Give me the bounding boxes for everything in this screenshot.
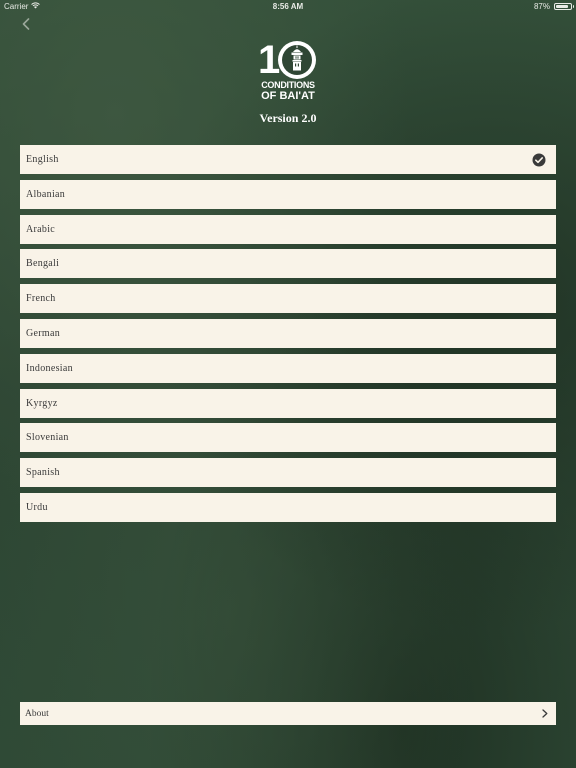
logo-title-line2: OF BAI'AT (261, 90, 315, 102)
language-row-spanish[interactable]: Spanish (20, 458, 556, 488)
language-list: English Albanian Arabic Bengali French German… (20, 145, 556, 528)
language-row-slovenian[interactable]: Slovenian (20, 423, 556, 453)
status-bar: Carrier 8:56 AM 87% (0, 0, 576, 13)
chevron-right-icon (542, 705, 548, 723)
language-label: Spanish (26, 467, 60, 479)
checkmark-icon (532, 153, 546, 167)
language-label: English (26, 154, 59, 165)
language-row-urdu[interactable]: Urdu (20, 492, 556, 522)
minaret-icon (288, 45, 306, 76)
chevron-left-icon (22, 17, 30, 35)
language-row-arabic[interactable]: Arabic (20, 214, 556, 244)
language-row-kyrgyz[interactable]: Kyrgyz (20, 388, 556, 418)
language-row-albanian[interactable]: Albanian (20, 179, 556, 209)
status-time: 8:56 AM (272, 2, 304, 11)
language-label: Albanian (26, 188, 66, 200)
language-row-french[interactable]: French (20, 284, 556, 314)
language-label: Indonesian (26, 362, 73, 374)
about-button[interactable]: About (20, 702, 556, 725)
logo-title-line1: CONDITIONS (261, 80, 315, 90)
language-row-german[interactable]: German (20, 318, 556, 348)
language-label: German (26, 327, 61, 339)
battery-icon (554, 3, 574, 10)
language-label: Bengali (26, 258, 60, 270)
language-label: Kyrgyz (26, 397, 58, 409)
language-label: Slovenian (26, 432, 69, 444)
logo-circle (278, 41, 316, 79)
status-right: 87% (533, 2, 574, 11)
back-button[interactable] (16, 16, 36, 36)
language-label: Urdu (26, 501, 48, 513)
version-label: Version 2.0 (259, 111, 317, 125)
language-label: French (26, 293, 56, 305)
language-row-bengali[interactable]: Bengali (20, 249, 556, 279)
logo-circle-inner (282, 45, 312, 75)
battery-percent: 87% (533, 2, 550, 11)
logo-number: 1 (258, 38, 280, 82)
logo-digit-one: 1 (258, 38, 280, 82)
language-row-indonesian[interactable]: Indonesian (20, 353, 556, 383)
battery-fill (556, 5, 569, 8)
language-label: Arabic (26, 223, 56, 235)
about-label: About (25, 708, 49, 719)
app-logo: 1 CONDITIONS OF BAI'AT (256, 40, 320, 104)
language-row-english[interactable]: English (20, 145, 556, 174)
